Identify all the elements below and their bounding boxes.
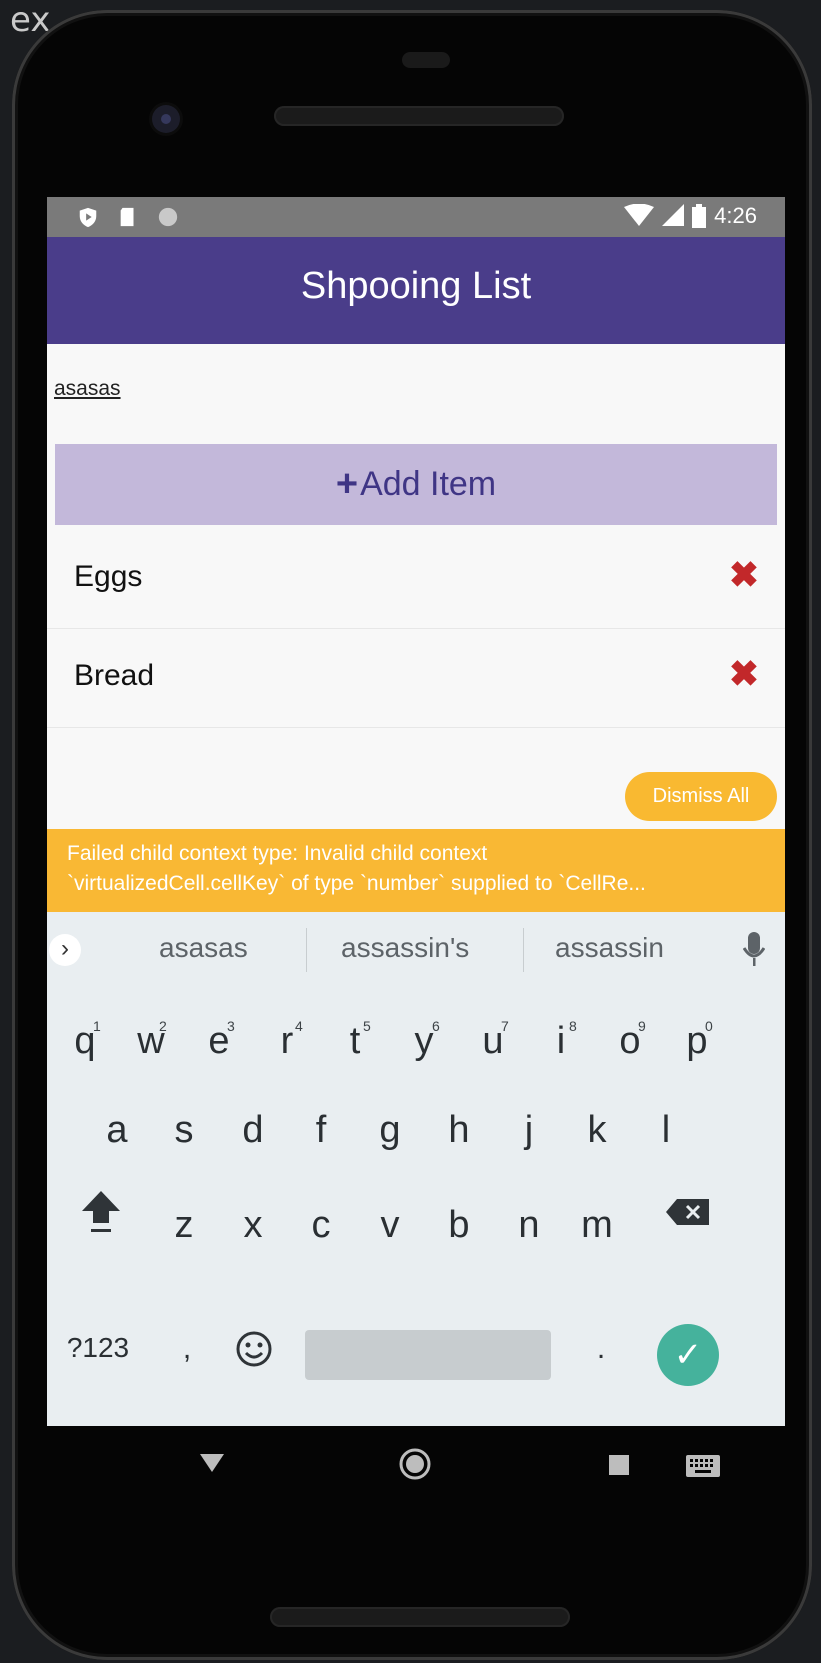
suggestion-1[interactable]: asasas bbox=[159, 932, 248, 964]
key-q[interactable]: q1 bbox=[55, 1018, 115, 1063]
signal-icon bbox=[662, 204, 685, 226]
phone-screen: 4:26 Shpooing List asasas + Add Item Egg… bbox=[47, 197, 785, 1426]
key-j[interactable]: j bbox=[499, 1109, 559, 1152]
key-l[interactable]: l bbox=[636, 1109, 696, 1152]
backspace-icon[interactable] bbox=[665, 1197, 711, 1227]
circle-icon bbox=[158, 207, 178, 227]
key-a[interactable]: a bbox=[87, 1109, 147, 1152]
battery-icon bbox=[692, 204, 707, 228]
add-item-label: Add Item bbox=[360, 465, 497, 503]
emoji-icon[interactable] bbox=[235, 1330, 273, 1368]
back-nav-icon[interactable] bbox=[198, 1452, 226, 1474]
key-k[interactable]: k bbox=[567, 1109, 627, 1152]
key-t[interactable]: t5 bbox=[325, 1018, 385, 1063]
key-d[interactable]: d bbox=[223, 1109, 283, 1152]
period-key[interactable]: . bbox=[571, 1332, 631, 1366]
delete-icon[interactable]: ✖ bbox=[729, 653, 759, 695]
key-f[interactable]: f bbox=[291, 1109, 351, 1152]
status-bar: 4:26 bbox=[47, 197, 785, 237]
list-item-label: Eggs bbox=[74, 560, 143, 593]
key-y[interactable]: y6 bbox=[394, 1018, 454, 1063]
key-i[interactable]: i8 bbox=[531, 1018, 591, 1063]
key-g[interactable]: g bbox=[360, 1109, 420, 1152]
front-camera bbox=[152, 105, 180, 133]
key-h[interactable]: h bbox=[429, 1109, 489, 1152]
microphone-icon[interactable] bbox=[743, 930, 765, 968]
shift-icon[interactable] bbox=[80, 1189, 122, 1235]
warning-line-2: `virtualizedCell.cellKey` of type `numbe… bbox=[67, 872, 646, 895]
delete-icon[interactable]: ✖ bbox=[729, 554, 759, 596]
key-s[interactable]: s bbox=[154, 1109, 214, 1152]
suggestion-3[interactable]: assassin bbox=[555, 932, 664, 964]
sd-card-icon bbox=[120, 207, 134, 227]
play-protect-icon bbox=[79, 207, 97, 228]
key-o[interactable]: o9 bbox=[600, 1018, 660, 1063]
suggestion-2[interactable]: assassin's bbox=[341, 932, 469, 964]
key-c[interactable]: c bbox=[291, 1204, 351, 1247]
key-u[interactable]: u7 bbox=[463, 1018, 523, 1063]
list-item: Eggs ✖ bbox=[47, 530, 785, 629]
status-time: 4:26 bbox=[714, 203, 757, 228]
divider bbox=[523, 928, 524, 972]
key-e[interactable]: e3 bbox=[189, 1018, 249, 1063]
key-w[interactable]: w2 bbox=[121, 1018, 181, 1063]
divider bbox=[306, 928, 307, 972]
key-p[interactable]: p0 bbox=[667, 1018, 727, 1063]
done-check-icon[interactable]: ✓ bbox=[657, 1324, 719, 1386]
bottom-speaker bbox=[270, 1607, 570, 1627]
list-item-label: Bread bbox=[74, 659, 155, 692]
expand-suggestions-icon[interactable]: › bbox=[49, 934, 81, 966]
plus-icon: + bbox=[335, 463, 359, 505]
warning-line-1: Failed child context type: Invalid child… bbox=[67, 842, 488, 865]
earpiece-speaker bbox=[274, 106, 564, 126]
suggestion-strip: › asasas assassin's assassin bbox=[47, 912, 785, 987]
add-item-button[interactable]: + Add Item bbox=[55, 444, 777, 525]
item-input[interactable]: asasas bbox=[54, 377, 121, 401]
key-v[interactable]: v bbox=[360, 1204, 420, 1247]
warning-banner[interactable]: Failed child context type: Invalid child… bbox=[47, 829, 785, 912]
symbols-key[interactable]: ?123 bbox=[63, 1332, 133, 1364]
key-x[interactable]: x bbox=[223, 1204, 283, 1247]
keyboard-nav-icon[interactable] bbox=[685, 1454, 721, 1478]
dismiss-all-button[interactable]: Dismiss All bbox=[625, 772, 777, 821]
comma-key[interactable]: , bbox=[157, 1332, 217, 1366]
top-grille bbox=[402, 52, 450, 68]
soft-keyboard: › asasas assassin's assassin q1w2e3r4t5y… bbox=[47, 912, 785, 1426]
wifi-icon bbox=[624, 204, 655, 226]
key-m[interactable]: m bbox=[567, 1204, 627, 1247]
key-r[interactable]: r4 bbox=[257, 1018, 317, 1063]
app-bar: Shpooing List bbox=[47, 237, 785, 344]
space-key[interactable] bbox=[305, 1330, 551, 1380]
key-n[interactable]: n bbox=[499, 1204, 559, 1247]
key-z[interactable]: z bbox=[154, 1204, 214, 1247]
page-title: Shpooing List bbox=[300, 265, 532, 307]
home-nav-icon[interactable] bbox=[398, 1447, 432, 1481]
list-item: Bread ✖ bbox=[47, 629, 785, 728]
key-b[interactable]: b bbox=[429, 1204, 489, 1247]
recents-nav-icon[interactable] bbox=[607, 1453, 631, 1477]
